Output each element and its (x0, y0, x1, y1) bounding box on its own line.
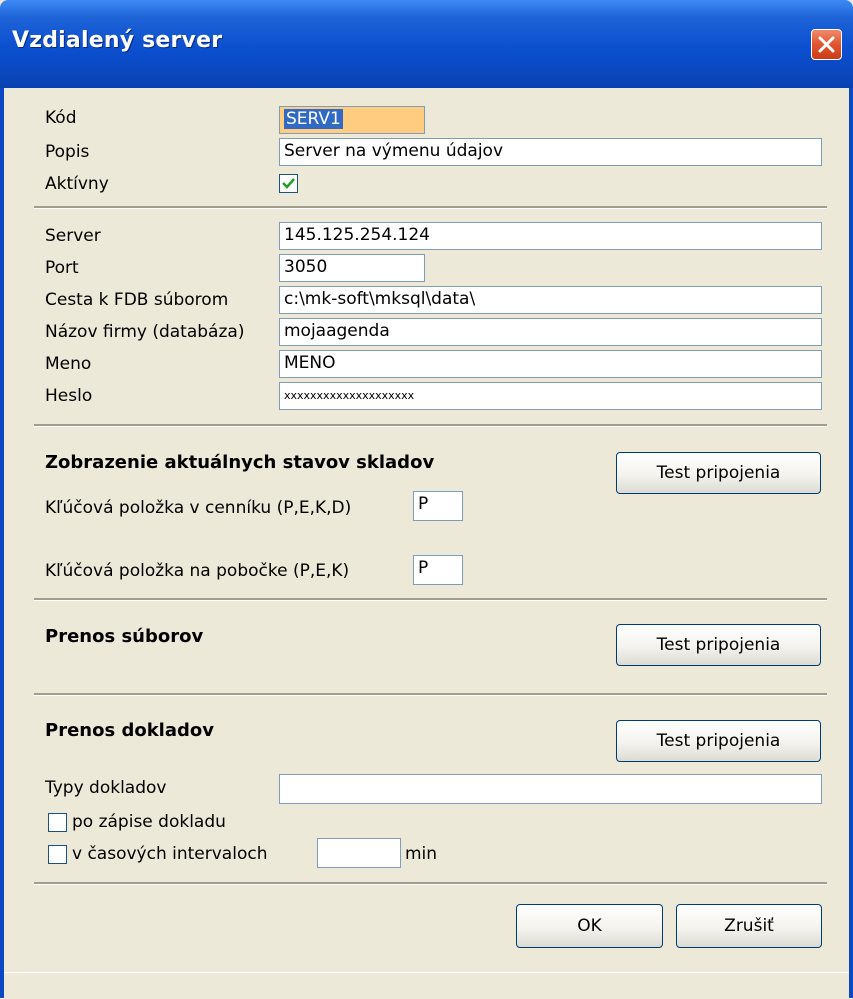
password-input[interactable]: xxxxxxxxxxxxxxxxxxxx (279, 382, 822, 410)
files-heading: Prenos súborov (45, 626, 204, 647)
cancel-button[interactable]: Zrušiť (676, 904, 822, 948)
interval-label: v časových intervaloch (72, 844, 268, 864)
branch-key-label: Kľúčová položka na pobočke (P,E,K) (45, 561, 350, 581)
interval-checkbox[interactable] (48, 845, 67, 864)
stock-test-connection-button[interactable]: Test pripojenia (616, 452, 821, 494)
company-input[interactable]: mojaagenda (279, 318, 822, 346)
code-label: Kód (45, 108, 77, 128)
active-label: Aktívny (45, 174, 109, 194)
description-input[interactable]: Server na výmenu údajov (279, 138, 822, 166)
title-bar[interactable]: Vzdialený server (0, 0, 853, 88)
files-test-connection-button[interactable]: Test pripojenia (616, 624, 821, 666)
port-label: Port (45, 258, 79, 278)
separator (34, 424, 827, 427)
description-label: Popis (45, 142, 90, 162)
port-input[interactable]: 3050 (279, 254, 425, 282)
server-input[interactable]: 145.125.254.124 (279, 222, 822, 250)
code-value: SERV1 (284, 109, 343, 129)
path-input[interactable]: c:\mk-soft\mksql\data\ (279, 286, 822, 314)
after-write-label: po zápise dokladu (72, 812, 226, 832)
dialog-window: Vzdialený server Kód SERV1 Popis Server … (0, 0, 853, 999)
active-checkbox[interactable] (279, 174, 298, 193)
status-bar (4, 972, 849, 999)
branch-key-input[interactable]: P (413, 555, 463, 585)
close-button[interactable] (811, 29, 842, 60)
close-icon (818, 36, 835, 53)
pricelist-key-input[interactable]: P (413, 491, 463, 521)
separator (34, 598, 827, 601)
ok-button[interactable]: OK (516, 904, 663, 948)
path-label: Cesta k FDB súborom (45, 290, 229, 310)
documents-heading: Prenos dokladov (45, 720, 214, 741)
code-input[interactable]: SERV1 (279, 106, 425, 134)
document-types-input[interactable] (279, 774, 822, 804)
password-label: Heslo (45, 386, 93, 406)
pricelist-key-label: Kľúčová položka v cenníku (P,E,K,D) (45, 498, 352, 518)
checkmark-icon (282, 178, 295, 189)
separator (34, 693, 827, 696)
separator (34, 206, 827, 209)
window-frame-right (849, 88, 853, 998)
separator (34, 882, 827, 885)
stock-heading: Zobrazenie aktuálnych stavov skladov (45, 452, 435, 473)
name-input[interactable]: MENO (279, 350, 822, 378)
documents-test-connection-button[interactable]: Test pripojenia (616, 720, 821, 762)
interval-input[interactable] (317, 838, 401, 868)
min-label: min (405, 844, 438, 864)
dialog-body: Kód SERV1 Popis Server na výmenu údajov … (4, 88, 849, 999)
company-label: Názov firmy (databáza) (45, 322, 245, 342)
document-types-label: Typy dokladov (45, 778, 167, 798)
after-write-checkbox[interactable] (48, 813, 67, 832)
name-label: Meno (45, 354, 92, 374)
window-title: Vzdialený server (12, 28, 223, 53)
server-label: Server (45, 226, 101, 246)
